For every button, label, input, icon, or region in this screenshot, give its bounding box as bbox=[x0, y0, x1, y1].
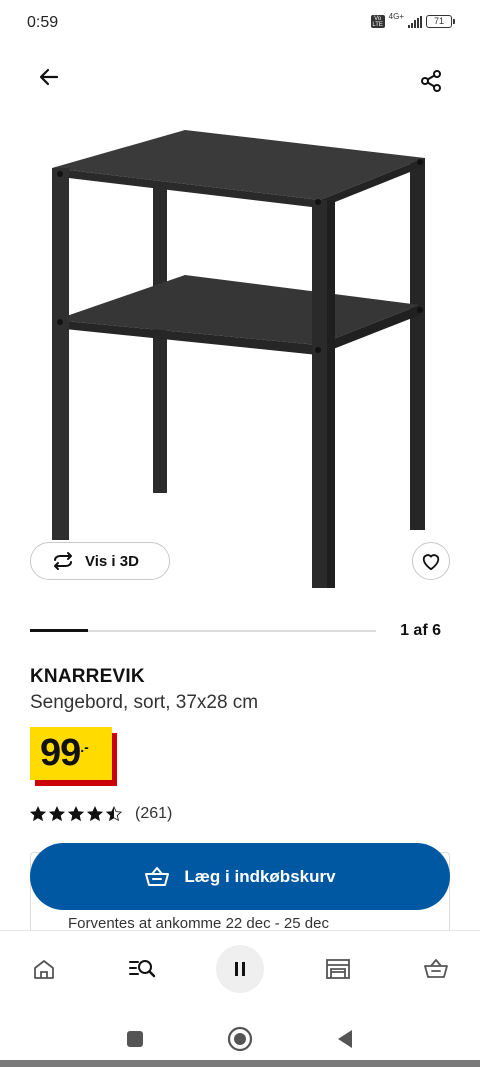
product-description: Sengebord, sort, 37x28 cm bbox=[30, 692, 259, 713]
triangle-back-icon bbox=[338, 1030, 352, 1048]
rating-count: (261) bbox=[135, 805, 173, 822]
store-icon bbox=[326, 959, 350, 979]
arrow-left-icon bbox=[39, 68, 59, 86]
star-icon bbox=[106, 806, 122, 822]
nav-basket[interactable] bbox=[412, 945, 460, 993]
star-icon bbox=[68, 806, 84, 822]
home-system-button[interactable] bbox=[225, 1024, 255, 1054]
nav-store[interactable] bbox=[314, 945, 362, 993]
status-bar: 0:59 Vo LTE 4G+ 71 bbox=[0, 0, 480, 48]
status-icons: Vo LTE 4G+ 71 bbox=[370, 12, 455, 28]
back-button[interactable] bbox=[30, 58, 68, 96]
network-type: 4G+ bbox=[388, 12, 404, 21]
recents-button[interactable] bbox=[120, 1024, 150, 1054]
price-suffix: .- bbox=[80, 739, 89, 755]
battery-icon: 71 bbox=[426, 15, 455, 28]
basket-icon bbox=[424, 959, 448, 978]
view-3d-button[interactable]: Vis i 3D bbox=[30, 542, 170, 580]
basket-icon bbox=[145, 866, 170, 886]
price-value: 99 bbox=[40, 732, 81, 774]
share-button[interactable] bbox=[412, 62, 450, 100]
square-icon bbox=[127, 1031, 143, 1047]
signal-icon bbox=[408, 15, 422, 28]
view-3d-label: Vis i 3D bbox=[85, 552, 139, 570]
star-icon bbox=[87, 806, 103, 822]
circle-icon bbox=[227, 1026, 253, 1052]
bottom-nav bbox=[0, 930, 480, 1010]
volte-icon: Vo LTE bbox=[370, 15, 385, 28]
gallery-progress-fill bbox=[30, 629, 88, 632]
gallery-counter: 1 af 6 bbox=[400, 622, 441, 639]
pause-icon bbox=[235, 962, 245, 976]
system-nav-bar bbox=[0, 1010, 480, 1067]
home-icon bbox=[34, 960, 54, 979]
rotate-3d-icon bbox=[54, 552, 72, 570]
share-icon bbox=[421, 70, 441, 92]
status-time: 0:59 bbox=[27, 14, 59, 31]
favorite-button[interactable] bbox=[412, 542, 450, 580]
nav-home[interactable] bbox=[20, 945, 68, 993]
product-image[interactable] bbox=[0, 110, 480, 600]
rating[interactable]: (261) bbox=[30, 805, 172, 823]
back-system-button[interactable] bbox=[330, 1024, 360, 1054]
star-icon bbox=[30, 806, 46, 822]
price-tag: 99 .- bbox=[30, 727, 112, 780]
search-icon bbox=[129, 960, 156, 978]
nav-search[interactable] bbox=[118, 945, 166, 993]
add-to-cart-label: Læg i indkøbskurv bbox=[184, 866, 336, 886]
gallery-progress bbox=[30, 629, 376, 632]
nav-pause[interactable] bbox=[216, 945, 264, 993]
rating-stars bbox=[30, 806, 122, 822]
product-name: KNARREVIK bbox=[30, 666, 145, 687]
star-icon bbox=[49, 806, 65, 822]
home-indicator bbox=[0, 1060, 480, 1067]
heart-icon bbox=[422, 554, 440, 571]
bedside-table-illustration bbox=[52, 130, 425, 588]
add-to-cart-button[interactable]: Læg i indkøbskurv bbox=[30, 843, 450, 910]
